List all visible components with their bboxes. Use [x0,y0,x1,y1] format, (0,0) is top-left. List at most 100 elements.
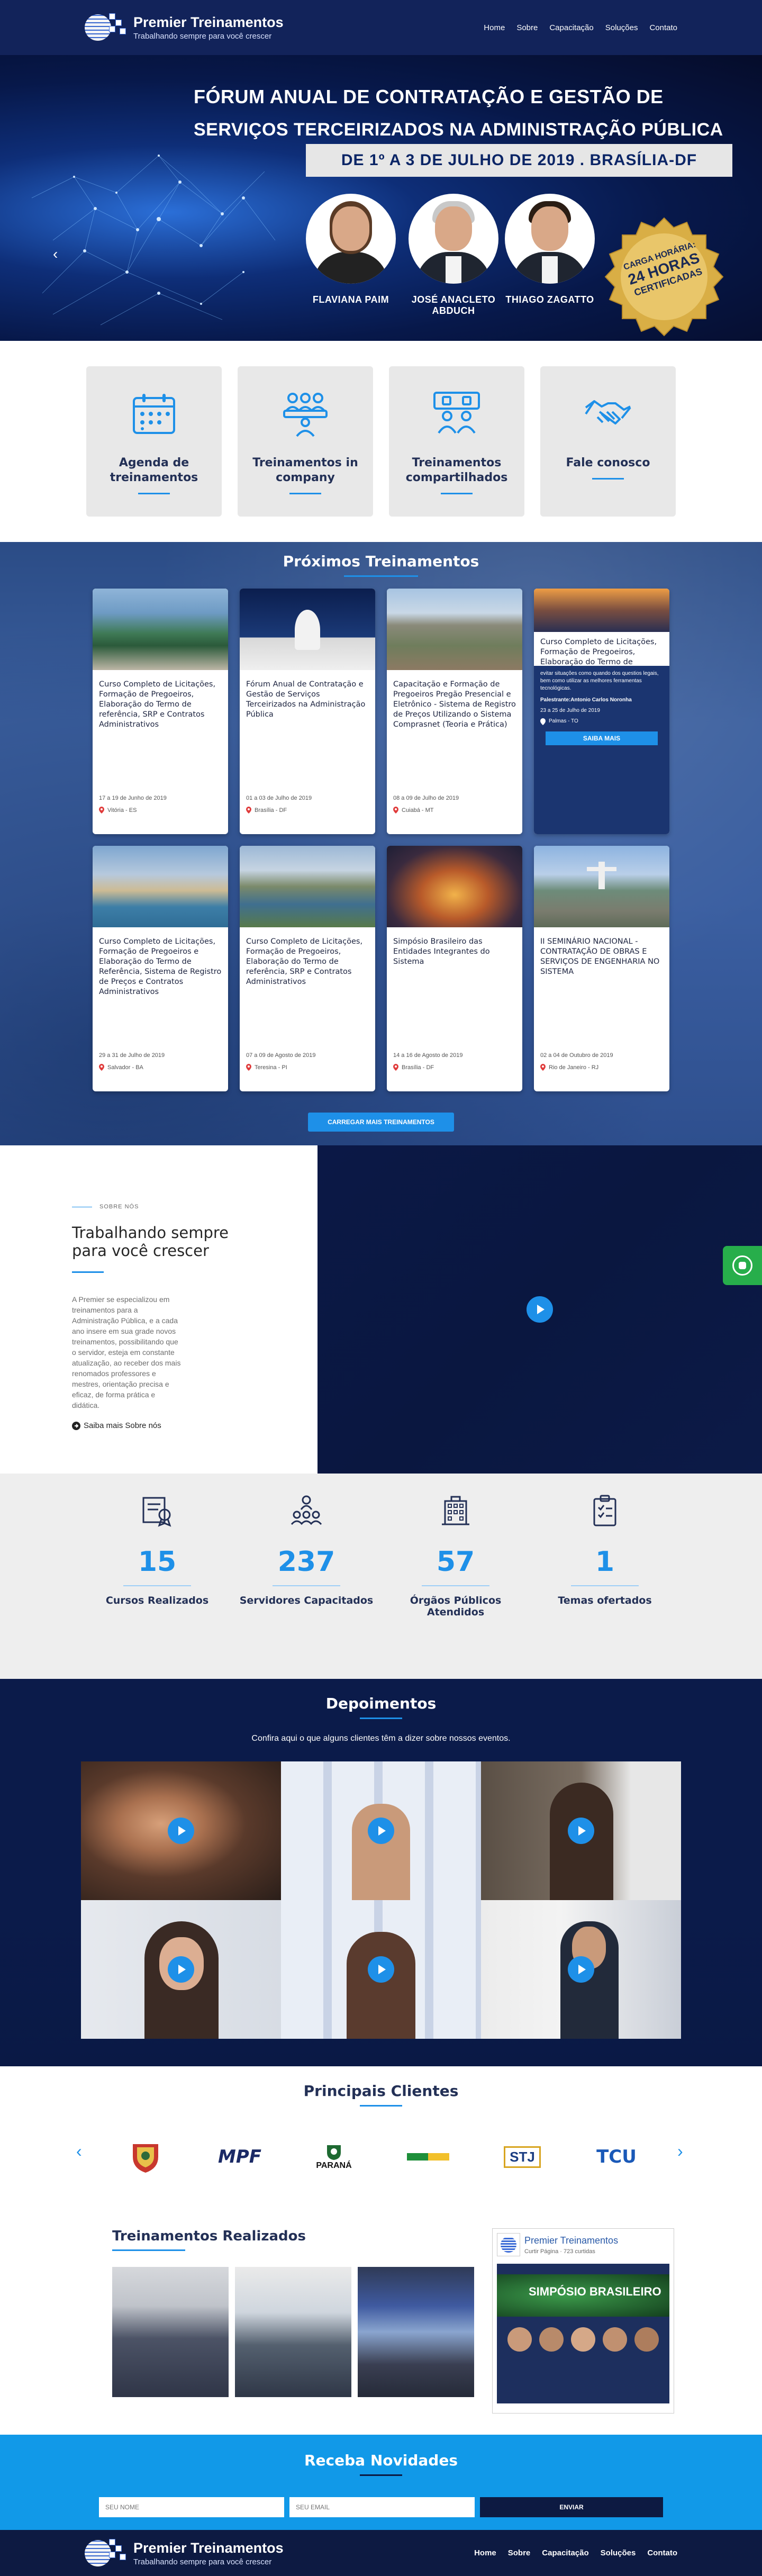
training-date: 29 a 31 de Julho de 2019 [99,1052,165,1059]
logo[interactable]: Premier Treinamentos Trabalhando sempre … [85,12,284,43]
training-photo[interactable] [112,2267,229,2397]
parana-logo: PARANÁ [287,2136,381,2177]
globe-logo-icon [85,2538,128,2569]
clipboard-icon [593,1495,616,1526]
training-card[interactable]: Curso Completo de Licitações, Formação d… [240,846,375,1091]
clients-next-arrow-icon[interactable]: › [677,2141,683,2161]
testimonial-video[interactable] [481,1761,681,1900]
training-location: Salvador - BA [107,1064,143,1071]
about-text: A Premier se especializou em treinamento… [72,1295,181,1409]
training-image [534,846,669,927]
send-button[interactable]: ENVIAR [480,2497,663,2517]
about-video[interactable] [318,1145,762,1474]
training-title: Simpósio Brasileiro das Entidades Integr… [393,937,490,966]
testimonial-video[interactable] [281,1900,481,2039]
hero-banner[interactable]: ‹ › FÓRUM ANUAL DE CONTRATAÇÃO E GESTÃO … [0,55,762,341]
clients-prev-arrow-icon[interactable]: ‹ [76,2141,82,2161]
training-title: Curso Completo de Licitações, Formação d… [540,638,657,666]
facebook-widget[interactable]: Premier Treinamentos Curtir Página · 723… [492,2228,674,2414]
hero-prev-arrow-icon[interactable]: ‹ [53,246,58,263]
network-graphic [31,155,276,326]
load-more-button[interactable]: CARREGAR MAIS TREINAMENTOS [308,1113,454,1132]
play-icon[interactable] [368,1956,394,1983]
training-location: Brasília - DF [255,807,287,814]
footer-nav-home[interactable]: Home [474,2548,496,2557]
training-location: Brasília - DF [402,1064,434,1071]
training-date: 14 a 16 de Agosto de 2019 [393,1052,463,1059]
email-input[interactable] [289,2497,475,2517]
speaker-photo [409,194,498,284]
main-nav: Home Sobre Capacitação Soluções Contato [484,23,677,32]
testimonial-video[interactable] [281,1761,481,1900]
brand-name: Premier Treinamentos [133,14,284,30]
training-photo[interactable] [358,2267,474,2397]
footer-nav-contato[interactable]: Contato [647,2548,677,2557]
training-title: Capacitação e Formação de Pregoeiros Pre… [393,680,516,729]
nav-capacitacao[interactable]: Capacitação [549,23,593,32]
play-icon[interactable] [368,1818,394,1844]
training-card[interactable]: Curso Completo de Licitações, Formação d… [93,589,228,834]
feature-fale-conosco[interactable]: Fale conosco [540,366,676,517]
newsletter-form: ENVIAR [0,2497,762,2517]
stat-value: 1 [595,1546,615,1578]
upcoming-trainings: Próximos Treinamentos Curso Completo de … [0,542,762,1145]
facebook-page-meta[interactable]: Curtir Página · 723 curtidas [524,2248,618,2255]
training-image [93,846,228,927]
about-more-link[interactable]: Saiba mais Sobre nós [72,1421,318,1430]
saiba-mais-button[interactable]: SAIBA MAIS [546,731,658,745]
team-icon [283,393,328,437]
feature-label: Treinamentos in company [252,456,358,484]
clients-section: Principais Clientes ‹ › MPF PARANÁ STJ T… [0,2066,762,2210]
training-card[interactable]: Curso Completo de Licitações, Formação d… [93,846,228,1091]
hero-title-line1: FÓRUM ANUAL DE CONTRATAÇÃO E GESTÃO DE [194,86,664,107]
building-icon [442,1496,469,1525]
training-title: Curso Completo de Licitações, Formação d… [246,937,363,986]
training-card-hover[interactable]: Curso Completo de Licitações, Formação d… [534,589,669,834]
feature-label: Agenda de treinamentos [110,456,198,484]
testimonial-video[interactable] [481,1900,681,2039]
speaker-1: FLAVIANA PAIM [306,194,396,305]
facebook-post[interactable]: SIMPÓSIO BRASILEIRO [497,2264,669,2403]
testimonial-video[interactable] [81,1761,281,1900]
training-card[interactable]: II SEMINÁRIO NACIONAL - CONTRATAÇÃO DE O… [534,846,669,1091]
section-subtitle: Confira aqui o que alguns clientes têm a… [251,1734,511,1743]
location-pin-icon [393,807,398,814]
completed-trainings: Treinamentos Realizados Premier Treiname… [0,2210,762,2435]
training-card[interactable]: Simpósio Brasileiro das Entidades Integr… [387,846,522,1091]
arrow-circle-icon [72,1421,80,1430]
tcu-logo: TCU [596,2146,637,2167]
footer-logo[interactable]: Premier Treinamentos Trabalhando sempre … [85,2538,284,2569]
training-location: Palmas - TO [549,718,578,724]
globe-logo-icon [85,12,128,43]
footer-nav-solucoes[interactable]: Soluções [601,2548,636,2557]
training-title: Fórum Anual de Contratação e Gestão de S… [246,680,366,719]
nav-home[interactable]: Home [484,23,505,32]
feature-in-company[interactable]: Treinamentos in company [238,366,373,517]
about-section: SOBRE NÓS Trabalhando sempre para você c… [0,1145,762,1474]
site-header: Premier Treinamentos Trabalhando sempre … [0,0,762,55]
nav-sobre[interactable]: Sobre [516,23,538,32]
training-photo[interactable] [235,2267,351,2397]
state-logo [381,2136,475,2177]
training-card[interactable]: Fórum Anual de Contratação e Gestão de S… [240,589,375,834]
play-icon[interactable] [527,1296,553,1323]
section-title: Depoimentos [325,1695,437,1712]
footer-nav-capacitacao[interactable]: Capacitação [542,2548,588,2557]
whatsapp-button[interactable] [723,1246,762,1285]
name-input[interactable] [99,2497,284,2517]
feature-agenda[interactable]: Agenda de treinamentos [86,366,222,517]
nav-contato[interactable]: Contato [649,23,677,32]
play-icon[interactable] [168,1818,194,1844]
training-location: Rio de Janeiro - RJ [549,1064,599,1071]
play-icon[interactable] [568,1818,594,1844]
facebook-page-name[interactable]: Premier Treinamentos [524,2235,618,2246]
feature-compartilhados[interactable]: Treinamentos compartilhados [389,366,524,517]
training-card[interactable]: Capacitação e Formação de Pregoeiros Pre… [387,589,522,834]
training-date: 23 a 25 de Julho de 2019 [540,708,600,713]
footer-nav-sobre[interactable]: Sobre [508,2548,531,2557]
play-icon[interactable] [568,1956,594,1983]
testimonial-video[interactable] [81,1900,281,2039]
training-photos [112,2267,474,2397]
nav-solucoes[interactable]: Soluções [605,23,638,32]
play-icon[interactable] [168,1956,194,1983]
